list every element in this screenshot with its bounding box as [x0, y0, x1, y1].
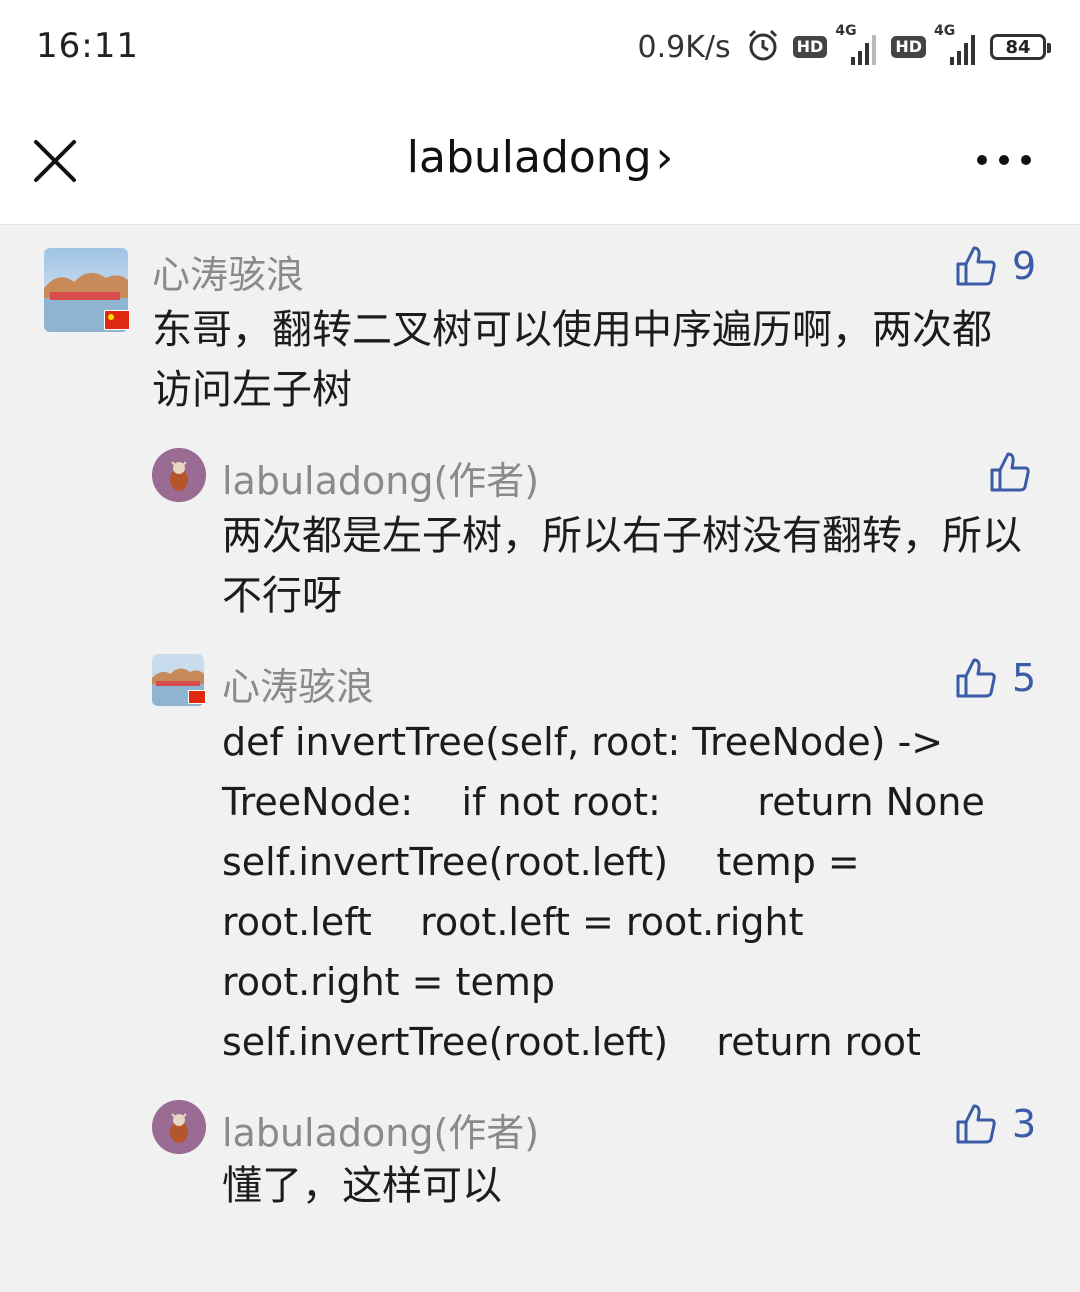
- avatar[interactable]: [152, 448, 206, 502]
- page-title-text: labuladong: [406, 132, 652, 183]
- status-time: 16:11: [36, 26, 139, 66]
- flag-icon: [104, 310, 130, 330]
- comment-author[interactable]: labuladong(作者): [222, 450, 539, 505]
- comment-author[interactable]: 心涛骇浪: [222, 656, 374, 711]
- thumbs-up-icon: [956, 658, 996, 698]
- chevron-right-icon: ›: [655, 132, 674, 183]
- like-button[interactable]: 5: [954, 656, 1036, 700]
- comment-author[interactable]: 心涛骇浪: [152, 244, 304, 299]
- signal-icon: 4G: [835, 23, 879, 67]
- status-icons: 0.9K/s HD 4G HD 4G 84: [637, 23, 1051, 70]
- like-count: 5: [1012, 656, 1037, 700]
- comment-code: def invertTree(self, root: TreeNode) -> …: [222, 712, 1052, 1072]
- status-bar: 16:11 0.9K/s HD 4G HD 4G 84: [0, 0, 1080, 96]
- page-title[interactable]: labuladong›: [0, 132, 1080, 183]
- thumbs-up-icon: [956, 246, 996, 286]
- hd-badge: HD: [792, 36, 828, 58]
- avatar[interactable]: [152, 1100, 206, 1154]
- comment-author[interactable]: labuladong(作者): [222, 1102, 539, 1157]
- like-button[interactable]: 9: [954, 244, 1036, 288]
- reply-item: labuladong(作者) 3 懂了，这样可以: [0, 1086, 1080, 1246]
- code-line: TreeNode: if not root: return None: [222, 780, 985, 824]
- title-bar: labuladong›: [0, 96, 1080, 225]
- flag-icon: [188, 690, 206, 704]
- code-line: root.right = temp: [222, 960, 555, 1004]
- comment-item: 心涛骇浪 9 东哥，翻转二叉树可以使用中序遍历啊，两次都访问左子树: [0, 224, 1080, 434]
- comment-text: 两次都是左子树，所以右子树没有翻转，所以不行呀: [222, 513, 1022, 619]
- code-line: self.invertTree(root.left) return root: [222, 1020, 921, 1064]
- battery-level: 84: [1005, 36, 1031, 58]
- signal-icon-2: 4G: [934, 23, 978, 67]
- reply-item: labuladong(作者) 两次都是左子树，所以右子树没有翻转，所以不行呀: [0, 434, 1080, 634]
- like-button[interactable]: [988, 450, 1046, 494]
- code-line: self.invertTree(root.left) temp =: [222, 840, 860, 884]
- comment-text: 懂了，这样可以: [222, 1163, 502, 1209]
- like-button[interactable]: 3: [954, 1102, 1036, 1146]
- code-line: root.left root.left = root.right: [222, 900, 804, 944]
- thumbs-up-icon: [956, 1104, 996, 1144]
- hd-badge-2: HD: [891, 36, 926, 58]
- code-line: def invertTree(self, root: TreeNode) ->: [222, 720, 944, 764]
- more-button[interactable]: [974, 148, 1034, 172]
- alarm-icon: [745, 27, 781, 67]
- like-count: 9: [1012, 244, 1037, 288]
- like-count: 3: [1012, 1102, 1037, 1146]
- reply-item: 心涛骇浪 5 def invertTree(self, root: TreeNo…: [0, 644, 1080, 1074]
- comment-text: 东哥，翻转二叉树可以使用中序遍历啊，两次都访问左子树: [152, 307, 992, 413]
- more-icon: [977, 155, 1031, 165]
- network-speed: 0.9K/s: [637, 29, 731, 65]
- thumbs-up-icon: [990, 452, 1030, 492]
- battery-icon: 84: [990, 34, 1051, 60]
